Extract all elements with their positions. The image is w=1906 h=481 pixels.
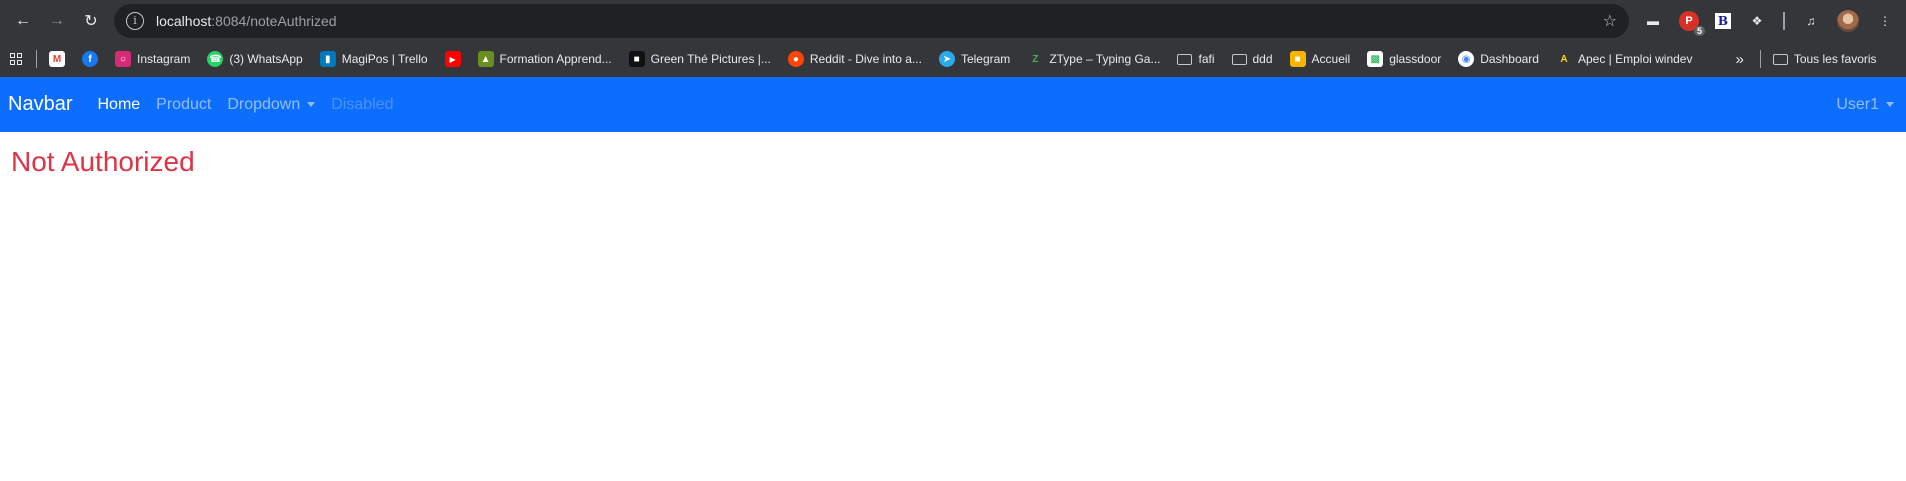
bookmark-gmail[interactable]: M bbox=[49, 51, 65, 67]
all-bookmarks-label: Tous les favoris bbox=[1793, 52, 1877, 66]
forward-icon[interactable]: → bbox=[40, 4, 74, 38]
profile-avatar[interactable] bbox=[1837, 9, 1859, 32]
gmail-icon: M bbox=[49, 51, 65, 67]
back-icon[interactable]: ← bbox=[6, 4, 40, 38]
glassdoor-icon: ▩ bbox=[1367, 51, 1384, 67]
bookmark-label: ZType – Typing Ga... bbox=[1049, 52, 1161, 66]
bookmark-label: Apec | Emploi windev bbox=[1577, 52, 1693, 66]
folder-icon bbox=[1772, 53, 1788, 65]
user-dropdown[interactable]: User1 bbox=[1836, 96, 1894, 114]
url-host: localhost bbox=[156, 12, 212, 29]
bookmark-folder-ddd[interactable]: ddd bbox=[1231, 52, 1273, 66]
extension-red-icon[interactable]: P bbox=[1679, 10, 1706, 36]
bookmark-label: Formation Apprend... bbox=[499, 52, 612, 66]
user-name: User1 bbox=[1836, 95, 1879, 113]
bookmark-reddit[interactable]: ● Reddit - Dive into a... bbox=[787, 51, 922, 67]
address-row: ← → ↻ i localhost:8084/noteAuthrized ☆ ▬… bbox=[0, 0, 1906, 41]
app-navbar: Navbar Home Product Dropdown Disabled Us… bbox=[0, 77, 1906, 132]
bookmark-star-icon[interactable]: ☆ bbox=[1603, 11, 1617, 31]
browser-chrome: ← → ↻ i localhost:8084/noteAuthrized ☆ ▬… bbox=[0, 0, 1906, 77]
bookmark-green-the[interactable]: ■ Green Thé Pictures |... bbox=[628, 51, 771, 67]
bookmark-accueil[interactable]: ■ Accueil bbox=[1289, 51, 1351, 67]
folder-icon bbox=[1231, 53, 1247, 65]
nav-link-disabled: Disabled bbox=[331, 95, 394, 113]
green-the-icon: ■ bbox=[628, 51, 645, 67]
nav-dropdown[interactable]: Dropdown bbox=[227, 95, 316, 114]
menu-dots-icon[interactable]: ⋮ bbox=[1875, 11, 1895, 31]
bookmark-youtube[interactable]: ▶ bbox=[444, 51, 461, 67]
toolbar-divider bbox=[1783, 11, 1785, 30]
bookmark-label: ddd bbox=[1252, 52, 1273, 66]
bookmark-label: (3) WhatsApp bbox=[229, 52, 303, 66]
dashboard-icon: ◉ bbox=[1458, 51, 1475, 67]
bookmark-formation[interactable]: ▲ Formation Apprend... bbox=[477, 51, 612, 67]
trello-icon: ▮ bbox=[319, 51, 336, 67]
page-title: Not Authorized bbox=[11, 146, 195, 177]
bookmark-instagram[interactable]: ○ Instagram bbox=[115, 51, 190, 67]
reload-icon[interactable]: ↻ bbox=[74, 4, 108, 38]
bookmark-label: Dashboard bbox=[1480, 52, 1539, 66]
reddit-icon: ● bbox=[787, 51, 804, 67]
navbar-brand[interactable]: Navbar bbox=[8, 93, 72, 116]
bookmark-label: Reddit - Dive into a... bbox=[809, 52, 922, 66]
bookmark-glassdoor[interactable]: ▩ glassdoor bbox=[1367, 51, 1441, 67]
bookmark-label: fafi bbox=[1198, 52, 1215, 66]
bookmark-trello[interactable]: ▮ MagiPos | Trello bbox=[319, 51, 428, 67]
youtube-icon: ▶ bbox=[444, 51, 461, 67]
folder-icon bbox=[1177, 53, 1193, 65]
caret-down-icon bbox=[307, 102, 316, 107]
bookmark-label: Instagram bbox=[137, 52, 191, 66]
extensions-puzzle-icon[interactable]: ❖ bbox=[1747, 11, 1767, 31]
bookmark-label: glassdoor bbox=[1389, 52, 1442, 66]
nav-link-home[interactable]: Home bbox=[97, 96, 140, 114]
main-content: Not Authorized bbox=[0, 132, 1906, 192]
ztype-icon: Z bbox=[1032, 53, 1039, 65]
apps-grid-icon[interactable] bbox=[10, 53, 22, 65]
all-bookmarks-folder[interactable]: Tous les favoris bbox=[1772, 52, 1877, 66]
site-info-icon[interactable]: i bbox=[126, 11, 144, 30]
bookmark-apec[interactable]: A Apec | Emploi windev bbox=[1556, 51, 1693, 67]
extension-dark-icon[interactable]: ▬ bbox=[1643, 11, 1663, 31]
nav-link-product[interactable]: Product bbox=[156, 96, 211, 114]
url-path: :8084/noteAuthrized bbox=[211, 12, 337, 29]
accueil-icon: ■ bbox=[1289, 51, 1306, 67]
bookmark-telegram[interactable]: ➤ Telegram bbox=[938, 51, 1011, 67]
media-control-icon[interactable]: ♫ bbox=[1801, 11, 1821, 31]
bookmarks-divider bbox=[36, 50, 37, 68]
url-text[interactable]: localhost:8084/noteAuthrized bbox=[156, 13, 1603, 29]
extensions-area: ▬ P B ❖ ♫ ⋮ bbox=[1643, 9, 1895, 36]
bookmark-folder-fafi[interactable]: fafi bbox=[1177, 52, 1215, 66]
address-bar[interactable]: i localhost:8084/noteAuthrized ☆ bbox=[114, 3, 1629, 38]
instagram-icon: ○ bbox=[115, 51, 131, 67]
extension-b-icon[interactable]: B bbox=[1715, 12, 1731, 29]
facebook-icon: f bbox=[82, 51, 98, 67]
bookmarks-bar: M f ○ Instagram ☎ (3) WhatsApp ▮ MagiPos | … bbox=[0, 41, 1906, 77]
nav-dropdown-label: Dropdown bbox=[227, 95, 301, 113]
bookmark-ztype[interactable]: Z ZType – Typing Ga... bbox=[1027, 51, 1160, 67]
telegram-icon: ➤ bbox=[938, 51, 955, 67]
bookmark-label: Telegram bbox=[960, 52, 1011, 66]
bookmark-label: MagiPos | Trello bbox=[341, 52, 428, 66]
bookmarks-divider bbox=[1759, 50, 1761, 68]
apec-icon: A bbox=[1560, 53, 1568, 65]
formation-icon: ▲ bbox=[477, 51, 494, 67]
caret-down-icon bbox=[1886, 102, 1894, 107]
bookmarks-overflow-icon[interactable]: » bbox=[1735, 51, 1743, 68]
bookmark-facebook[interactable]: f bbox=[82, 51, 98, 67]
whatsapp-icon: ☎ bbox=[207, 51, 224, 67]
bookmark-label: Accueil bbox=[1311, 52, 1351, 66]
bookmark-dashboard[interactable]: ◉ Dashboard bbox=[1458, 51, 1539, 67]
bookmark-whatsapp[interactable]: ☎ (3) WhatsApp bbox=[207, 51, 303, 67]
bookmark-label: Green Thé Pictures |... bbox=[650, 52, 771, 66]
